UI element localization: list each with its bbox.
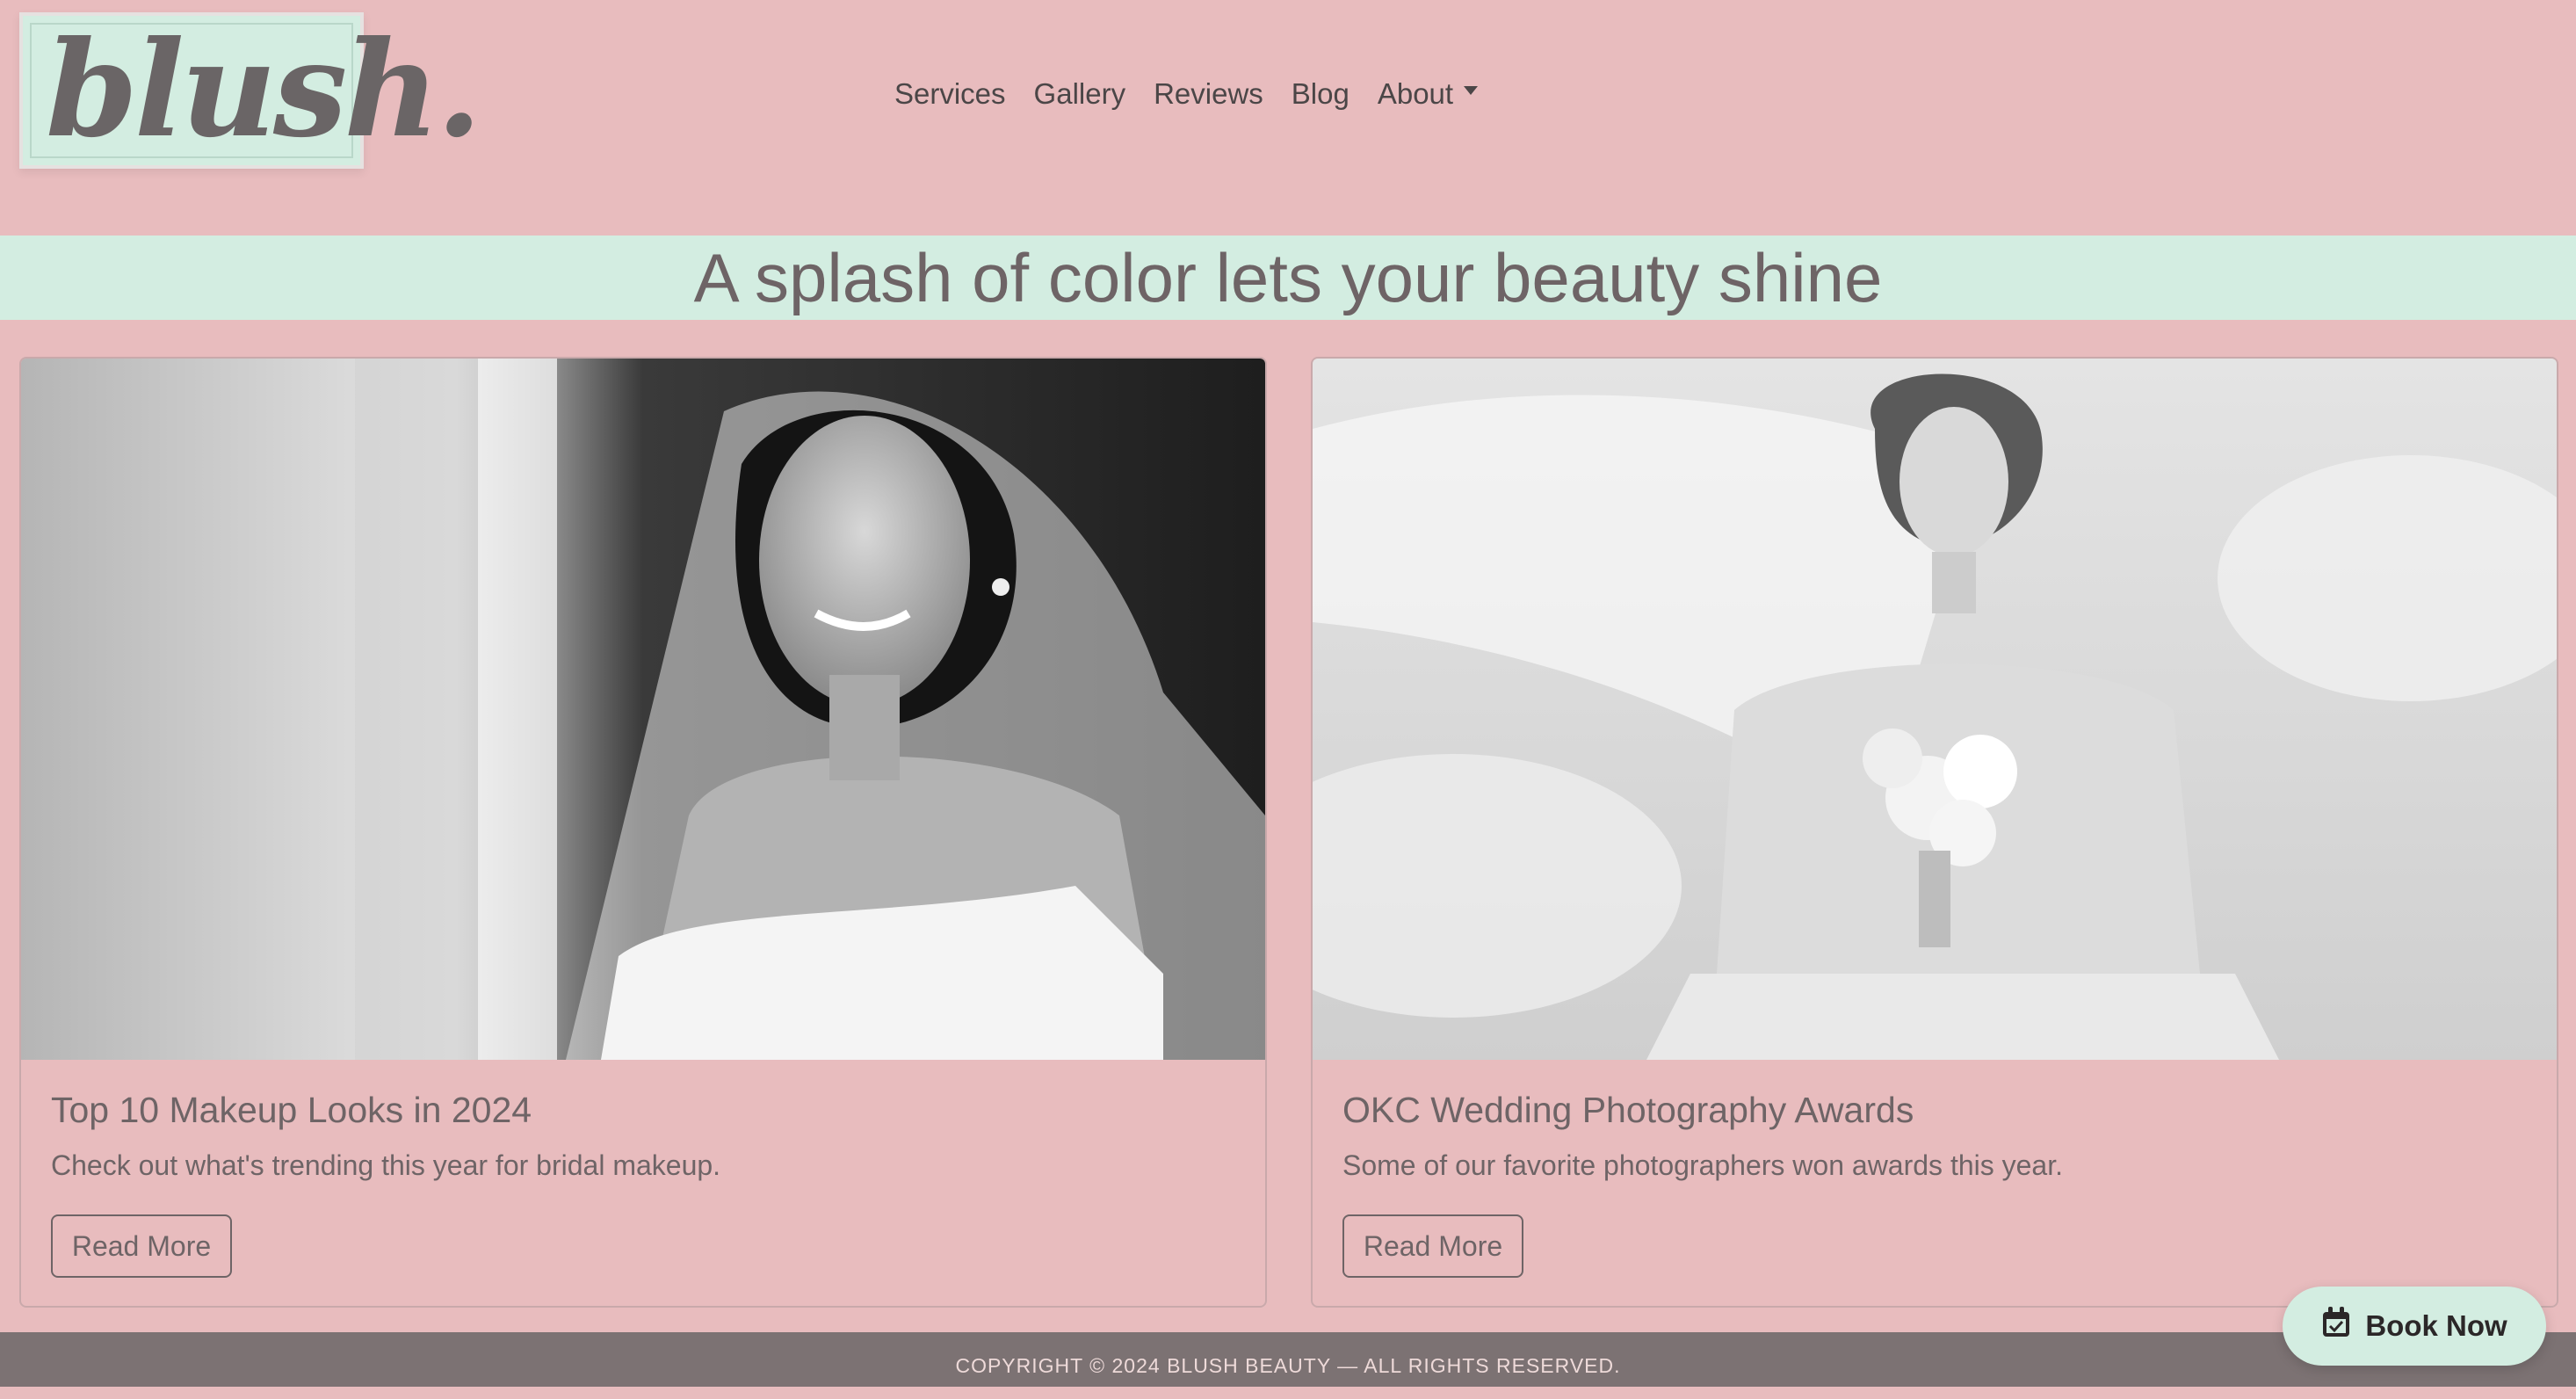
card-text: Check out what's trending this year for … [51, 1149, 721, 1181]
blog-card-awards: OKC Wedding Photography Awards Some of o… [1311, 357, 2558, 1308]
card-title: OKC Wedding Photography Awards [1342, 1090, 1914, 1130]
main-nav: Services Gallery Reviews Blog About [894, 77, 1479, 111]
brand-logo[interactable]: blush. [19, 12, 482, 169]
bride-smiling-photo [21, 359, 1265, 1060]
calendar-check-icon [2321, 1307, 2351, 1345]
nav-services[interactable]: Services [894, 77, 1006, 111]
logo-text: blush. [46, 12, 482, 167]
nav-about-label: About [1377, 77, 1454, 110]
nav-about-dropdown[interactable]: About [1377, 77, 1479, 111]
nav-gallery[interactable]: Gallery [1034, 77, 1126, 111]
nav-reviews[interactable]: Reviews [1154, 77, 1263, 111]
caret-down-icon [1464, 86, 1479, 96]
card-title: Top 10 Makeup Looks in 2024 [51, 1090, 532, 1130]
nav-blog[interactable]: Blog [1292, 77, 1350, 111]
read-more-button[interactable]: Read More [51, 1214, 232, 1278]
book-now-label: Book Now [2365, 1309, 2507, 1342]
card-text: Some of our favorite photographers won a… [1342, 1149, 2063, 1181]
bride-with-bouquet-photo [1313, 359, 2557, 1060]
site-footer: COPYRIGHT © 2024 BLUSH BEAUTY — ALL RIGH… [0, 1332, 2576, 1387]
read-more-button[interactable]: Read More [1342, 1214, 1523, 1278]
site-header: blush. Services Gallery Reviews Blog Abo… [0, 0, 2576, 236]
tagline-banner: A splash of color lets your beauty shine [0, 236, 2576, 320]
blog-card-makeup: Top 10 Makeup Looks in 2024 Check out wh… [19, 357, 1267, 1308]
book-now-button[interactable]: Book Now [2283, 1287, 2546, 1366]
